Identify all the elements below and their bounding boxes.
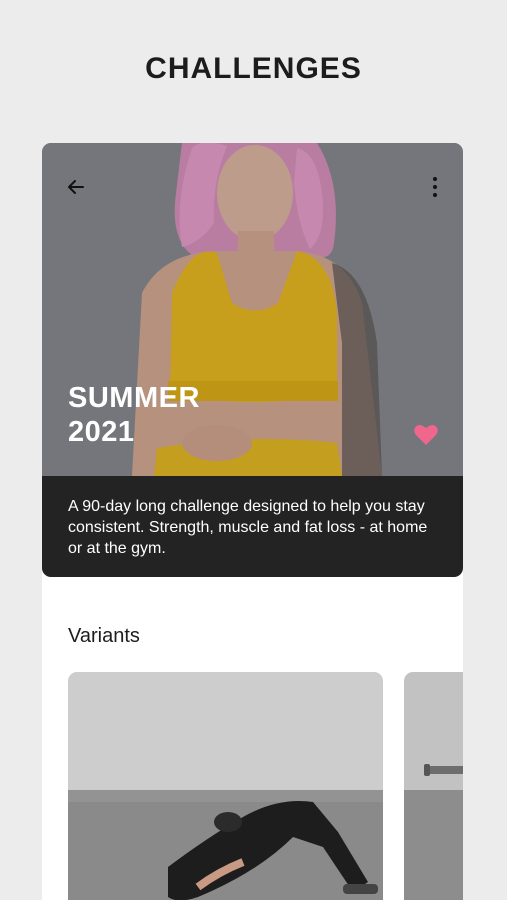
variant-image xyxy=(68,672,383,900)
more-vertical-icon[interactable] xyxy=(425,175,445,199)
variant-card[interactable] xyxy=(404,672,463,900)
challenge-title: SUMMER 2021 xyxy=(68,381,200,449)
variant-card[interactable] xyxy=(68,672,383,900)
challenge-title-line1: SUMMER xyxy=(68,382,200,414)
challenge-hero[interactable]: SUMMER 2021 xyxy=(42,143,463,476)
challenge-description-box: A 90-day long challenge designed to help… xyxy=(42,476,463,577)
arrow-left-icon[interactable] xyxy=(66,177,86,197)
variant-image xyxy=(404,672,463,900)
heart-icon[interactable] xyxy=(413,423,439,447)
variants-section-title: Variants xyxy=(68,625,140,647)
challenge-card: SUMMER 2021 A 90-day long challenge desi… xyxy=(42,143,463,900)
page-title: CHALLENGES xyxy=(145,52,362,85)
challenge-title-line2: 2021 xyxy=(68,416,135,448)
challenge-description: A 90-day long challenge designed to help… xyxy=(68,498,428,557)
